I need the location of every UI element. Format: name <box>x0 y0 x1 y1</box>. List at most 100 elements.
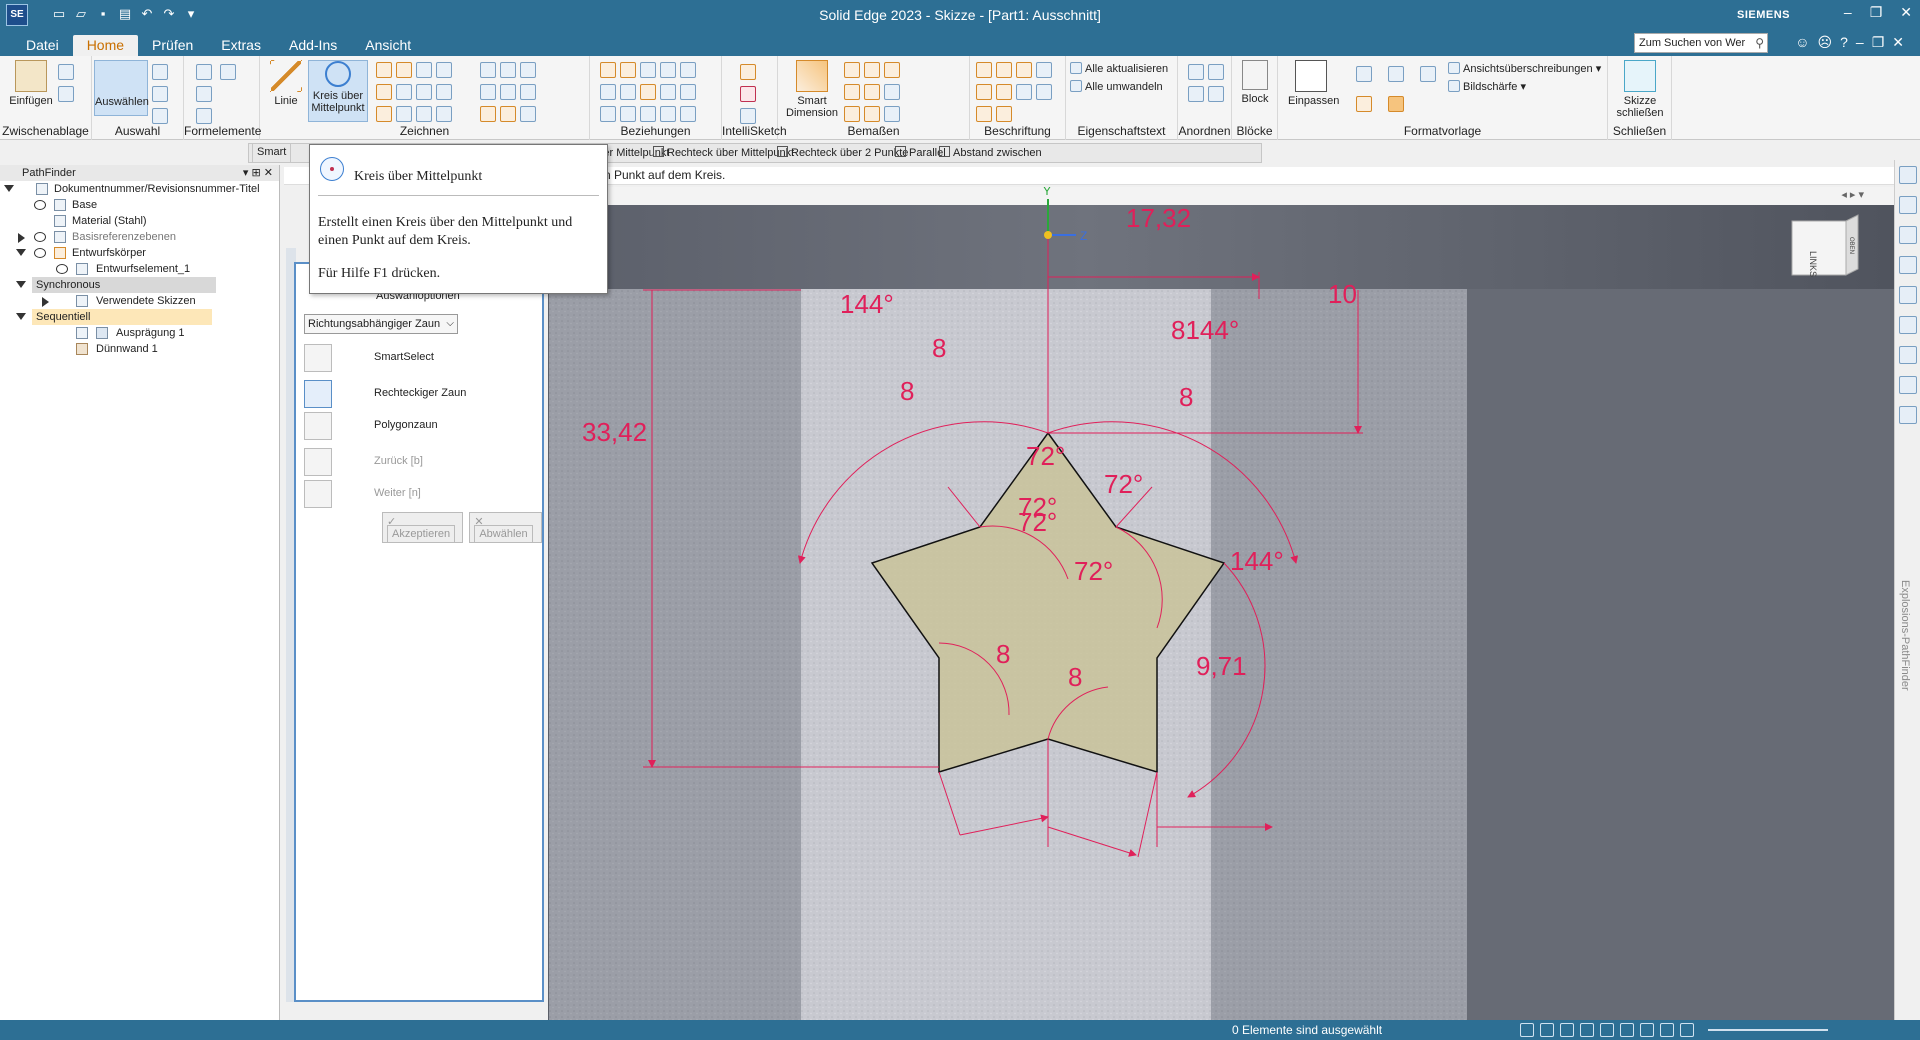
collapse-icon[interactable] <box>16 281 26 288</box>
dim-label-angle-left[interactable]: 144° <box>840 289 894 319</box>
rotate-view-icon[interactable] <box>1600 1023 1614 1037</box>
bring-front-icon[interactable] <box>1188 64 1204 80</box>
line-button[interactable]: Linie <box>268 60 304 107</box>
fill-icon[interactable] <box>500 106 516 122</box>
collapse-icon[interactable] <box>16 249 26 256</box>
circle-center-button[interactable]: Kreis über Mittelpunkt <box>308 60 368 122</box>
menu-tab-ansicht[interactable]: Ansicht <box>351 35 425 56</box>
split-icon[interactable] <box>520 62 536 78</box>
callout-icon[interactable] <box>976 62 992 78</box>
explosion-pathfinder-tab[interactable]: Explosions-PathFinder <box>1899 580 1911 691</box>
dim-label-right-bottom[interactable]: 9,71 <box>1196 651 1247 681</box>
extend-icon[interactable] <box>500 62 516 78</box>
tree-item-extrusion[interactable]: Ausprägung 1 <box>0 325 279 341</box>
view-trimetric-icon[interactable] <box>1420 66 1436 82</box>
pattern-icon[interactable] <box>196 86 212 102</box>
mirror-icon[interactable] <box>196 108 212 124</box>
dim-label-inner-4[interactable]: 72° <box>1018 507 1057 537</box>
copy-icon[interactable] <box>58 86 74 102</box>
pathfinder-controls[interactable]: ▾ ⊞ ✕ <box>243 165 273 181</box>
section-view-icon[interactable] <box>1640 1023 1654 1037</box>
relation-assistant-icon[interactable] <box>680 106 696 122</box>
ribbon-minimize-icon[interactable]: – <box>1856 34 1864 51</box>
undo-icon[interactable]: ↶ <box>140 6 154 22</box>
search-icon[interactable]: ⚲ <box>1755 34 1764 52</box>
arc-icon[interactable] <box>396 62 412 78</box>
collapse-icon[interactable] <box>4 185 14 192</box>
view-overrides-button[interactable]: Ansichtsüberschreibungen ▾ <box>1448 62 1601 75</box>
datum-icon[interactable] <box>1016 84 1032 100</box>
tree-item-doc[interactable]: Dokumentnummer/Revisionsnummer-Titel <box>0 181 279 197</box>
shaded-edges-icon[interactable] <box>1388 96 1404 112</box>
print-icon[interactable]: ▤ <box>118 6 132 22</box>
dim-axis-icon[interactable] <box>844 106 860 122</box>
dim-label-inner-2[interactable]: 72° <box>1104 469 1143 499</box>
distance-between-icon[interactable] <box>844 62 860 78</box>
select-button[interactable]: Auswählen <box>94 60 149 116</box>
zoom-icon[interactable] <box>1540 1023 1554 1037</box>
dim-label-angle-lower-right[interactable]: 144° <box>1230 546 1284 576</box>
view-cube[interactable]: LINKS OBEN <box>1791 214 1859 277</box>
intellisketch-options-icon[interactable] <box>740 86 756 102</box>
dim-label-edge-4[interactable]: 8 <box>996 639 1010 669</box>
tree-item-design-element[interactable]: Entwurfselement_1 <box>0 261 279 277</box>
command-search-input[interactable]: Zum Suchen von Wer ⚲ <box>1634 33 1768 53</box>
horizontal-icon[interactable] <box>600 84 616 100</box>
rectangle-icon[interactable] <box>376 62 392 78</box>
help-icon[interactable]: ? <box>1840 34 1848 51</box>
weld-icon[interactable] <box>976 84 992 100</box>
close-button[interactable]: ✕ <box>1900 4 1912 21</box>
hatch-icon[interactable] <box>520 106 536 122</box>
send-back-icon[interactable] <box>1208 64 1224 80</box>
restore-button[interactable]: ❐ <box>1870 4 1883 21</box>
dim-label-height-left[interactable]: 33,42 <box>582 417 647 447</box>
collapse-icon[interactable] <box>16 313 26 320</box>
menu-tab-home[interactable]: Home <box>72 35 139 56</box>
include-icon[interactable] <box>520 84 536 100</box>
view-iso-icon[interactable] <box>1356 66 1372 82</box>
relation-handle-icon[interactable] <box>640 106 656 122</box>
qat-customize-icon[interactable]: ▾ <box>184 6 198 22</box>
accept-button[interactable]: ✓ Akzeptieren <box>382 512 464 543</box>
fit-view-icon[interactable] <box>1560 1023 1574 1037</box>
sharpness-button[interactable]: Bildschärfe ▾ <box>1448 80 1526 93</box>
cut-icon[interactable] <box>58 64 74 80</box>
coordinate-dim-icon[interactable] <box>884 62 900 78</box>
dim-style-icon[interactable] <box>884 84 900 100</box>
dim-label-inner-5[interactable]: 72° <box>1074 556 1113 586</box>
tree-item-synchronous[interactable]: Synchronous <box>0 277 279 293</box>
text-box-icon[interactable] <box>1036 84 1052 100</box>
menu-tab-prüfen[interactable]: Prüfen <box>138 35 207 56</box>
angle-between-icon[interactable] <box>864 62 880 78</box>
option-rect-fence[interactable]: Rechteckiger Zaun <box>304 380 534 408</box>
update-all-button[interactable]: Alle aktualisieren <box>1070 62 1168 75</box>
send-backward-icon[interactable] <box>1208 86 1224 102</box>
deselect-button[interactable]: ✕ Abwählen <box>469 512 542 543</box>
tree-item-sequential[interactable]: Sequentiell <box>0 309 279 325</box>
view-dimetric-icon[interactable] <box>1388 66 1404 82</box>
polygon-icon[interactable] <box>396 106 412 122</box>
select-mode-icon[interactable] <box>152 108 168 124</box>
leader-icon[interactable] <box>1016 62 1032 78</box>
sketch-view-icon[interactable] <box>1620 1023 1634 1037</box>
intellisketch-point-icon[interactable] <box>740 108 756 124</box>
option-back[interactable]: Zurück [b] <box>304 448 534 476</box>
smart-dimension-button[interactable]: Smart Dimension <box>784 60 840 119</box>
lock-icon[interactable] <box>660 62 676 78</box>
sketch-canvas[interactable]: Y Z 17,32 10 33,42 9,71 144° 8144° 144° … <box>548 187 1894 1020</box>
paste-button[interactable]: Einfügen <box>6 60 56 107</box>
menu-tab-datei[interactable]: Datei <box>12 35 73 56</box>
intellisketch-icon[interactable] <box>740 64 756 80</box>
parallel-icon[interactable] <box>600 106 616 122</box>
visibility-eye-icon[interactable] <box>34 232 46 242</box>
edge-condition-icon[interactable] <box>976 106 992 122</box>
menu-tab-extras[interactable]: Extras <box>207 35 275 56</box>
dim-label-edge-1[interactable]: 8 <box>932 333 946 363</box>
app-logo[interactable]: SE <box>6 4 28 26</box>
select-filter-icon[interactable] <box>152 64 168 80</box>
surface-texture-icon[interactable] <box>1036 62 1052 78</box>
symmetric-dim-icon[interactable] <box>844 84 860 100</box>
minimize-button[interactable]: – <box>1844 4 1852 21</box>
option-smartselect[interactable]: SmartSelect <box>304 344 534 372</box>
hole-icon[interactable] <box>196 64 212 80</box>
